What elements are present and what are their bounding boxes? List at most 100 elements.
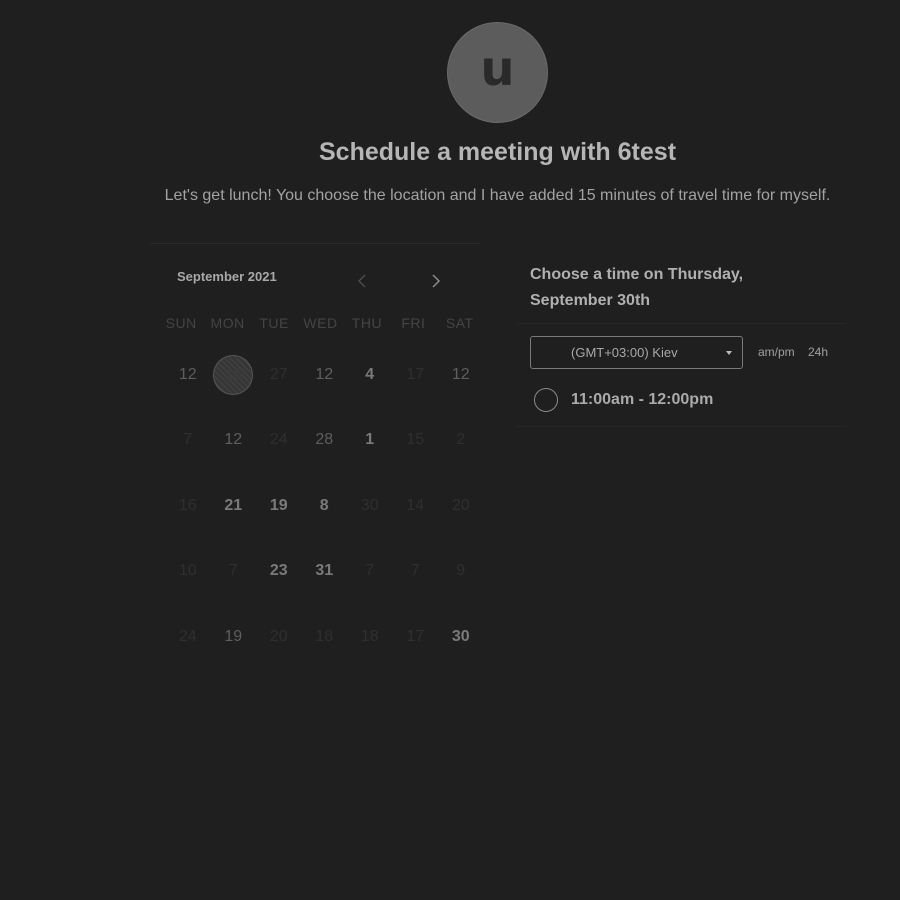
calendar-day-number: 9 — [456, 562, 466, 580]
calendar-day-selected[interactable]: 15 — [211, 342, 257, 408]
calendar-day: 18 — [347, 604, 393, 670]
calendar-day-number: 7 — [365, 562, 375, 580]
calendar-day-number: 23 — [269, 562, 288, 580]
calendar-days-grid: 12 15 27 12 4 17 12 7 12 24 28 1 15 2 16 21 19 8 30 14 20 10 7… — [165, 342, 483, 670]
weekday-tue: TUE — [259, 315, 289, 331]
weekday-wed: WED — [303, 315, 338, 331]
calendar-day: 20 — [438, 473, 484, 539]
weekday-sat: SAT — [445, 315, 474, 331]
calendar-day[interactable]: 1 — [347, 408, 393, 474]
calendar-day-number: 19 — [224, 627, 243, 645]
calendar-day: 7 — [393, 539, 439, 605]
calendar-day-number: 27 — [269, 365, 288, 383]
event-description: Let's get lunch! You choose the location… — [164, 187, 831, 204]
calendar-day: 24 — [165, 604, 211, 670]
calendar-day-number: 8 — [319, 496, 329, 514]
calendar-day: 12 — [211, 408, 257, 474]
calendar-day: 9 — [438, 539, 484, 605]
calendar-day: 30 — [347, 473, 393, 539]
calendar-day-number: 7 — [410, 562, 420, 580]
prev-month-button[interactable] — [352, 270, 372, 292]
calendar-day: 10 — [165, 539, 211, 605]
calendar-day: 2 — [438, 408, 484, 474]
calendar-day: 18 — [302, 604, 348, 670]
caret-down-icon — [726, 351, 732, 355]
calendar-day-number: 12 — [178, 365, 197, 383]
chevron-left-icon — [357, 274, 366, 288]
weekday-mon: MON — [210, 315, 245, 331]
calendar-day-number: 30 — [451, 627, 470, 645]
calendar-day-number: 17 — [406, 627, 425, 645]
calendar-day-number: 15 — [224, 365, 243, 383]
calendar-day: 7 — [347, 539, 393, 605]
calendar-day: 7 — [211, 539, 257, 605]
calendar-day: 15 — [393, 408, 439, 474]
radio-icon[interactable] — [534, 388, 558, 412]
calendar-day: 17 — [393, 342, 439, 408]
calendar-day[interactable]: 31 — [302, 539, 348, 605]
time-heading-line1: Choose a time on Thursday, — [530, 266, 744, 283]
calendar-day: 7 — [165, 408, 211, 474]
calendar-day-number: 30 — [360, 496, 379, 514]
calendar-day-number: 28 — [315, 431, 334, 449]
weekday-header: SUN MON TUE WED THU FRI SAT — [158, 315, 483, 331]
calendar-day-number: 7 — [228, 562, 238, 580]
calendar-day: 28 — [302, 408, 348, 474]
calendar-day-number: 4 — [365, 365, 375, 383]
calendar-day: 17 — [393, 604, 439, 670]
calendar-day-number: 31 — [315, 562, 334, 580]
calendar-day: 12 — [165, 342, 211, 408]
calendar-day-number: 20 — [451, 496, 470, 514]
calendar-day-number: 21 — [224, 496, 243, 514]
calendar-day-number: 2 — [456, 431, 466, 449]
timezone-value: (GMT+03:00) Kiev — [571, 345, 678, 360]
calendar-day-number: 12 — [315, 365, 334, 383]
calendar-day: 16 — [165, 473, 211, 539]
calendar-day[interactable]: 21 — [211, 473, 257, 539]
calendar-day[interactable]: 30 — [438, 604, 484, 670]
calendar-day[interactable]: 19 — [256, 473, 302, 539]
calendar-day-number: 18 — [360, 627, 379, 645]
calendar-day[interactable]: 23 — [256, 539, 302, 605]
calendar-day-number: 19 — [269, 496, 288, 514]
weekday-sun: SUN — [165, 315, 197, 331]
calendar-day-number: 20 — [269, 627, 288, 645]
calendar-day-number: 17 — [406, 365, 425, 383]
calendar-divider — [150, 243, 480, 244]
calendar-day-number: 18 — [315, 627, 334, 645]
format-24h-toggle[interactable]: 24h — [808, 345, 828, 359]
chevron-right-icon — [432, 274, 441, 288]
time-panel-heading: Choose a time on Thursday, September 30t… — [516, 250, 846, 324]
weekday-fri: FRI — [401, 315, 426, 331]
format-ampm-toggle[interactable]: am/pm — [758, 345, 795, 359]
calendar-day: 14 — [393, 473, 439, 539]
month-label: September 2021 — [177, 269, 277, 284]
avatar-letter: u — [480, 40, 515, 97]
page-title: Schedule a meeting with 6test — [318, 138, 677, 166]
time-slot-option[interactable]: 11:00am - 12:00pm — [534, 388, 713, 412]
calendar-day-number: 7 — [183, 431, 193, 449]
time-slot-divider — [516, 426, 846, 427]
time-slot-label: 11:00am - 12:00pm — [571, 391, 714, 408]
calendar-day: 12 — [302, 342, 348, 408]
calendar-day: 20 — [256, 604, 302, 670]
weekday-thu: THU — [351, 315, 383, 331]
next-month-button[interactable] — [426, 270, 446, 292]
calendar-day-number: 12 — [224, 431, 243, 449]
time-heading-line2: September 30th — [530, 292, 651, 309]
calendar-day: 27 — [256, 342, 302, 408]
calendar-day-number: 24 — [269, 431, 288, 449]
calendar-day-number: 24 — [178, 627, 197, 645]
calendar-day-number: 14 — [406, 496, 425, 514]
calendar-day: 24 — [256, 408, 302, 474]
calendar-day-number: 16 — [178, 496, 197, 514]
host-avatar: u — [447, 22, 548, 123]
calendar-day[interactable]: 4 — [347, 342, 393, 408]
calendar-day-number: 10 — [178, 562, 197, 580]
timezone-select[interactable]: (GMT+03:00) Kiev — [530, 336, 743, 369]
calendar-day-number: 1 — [365, 431, 375, 449]
calendar-day-number: 15 — [406, 431, 425, 449]
calendar-day: 12 — [438, 342, 484, 408]
calendar-day: 19 — [211, 604, 257, 670]
calendar-day[interactable]: 8 — [302, 473, 348, 539]
